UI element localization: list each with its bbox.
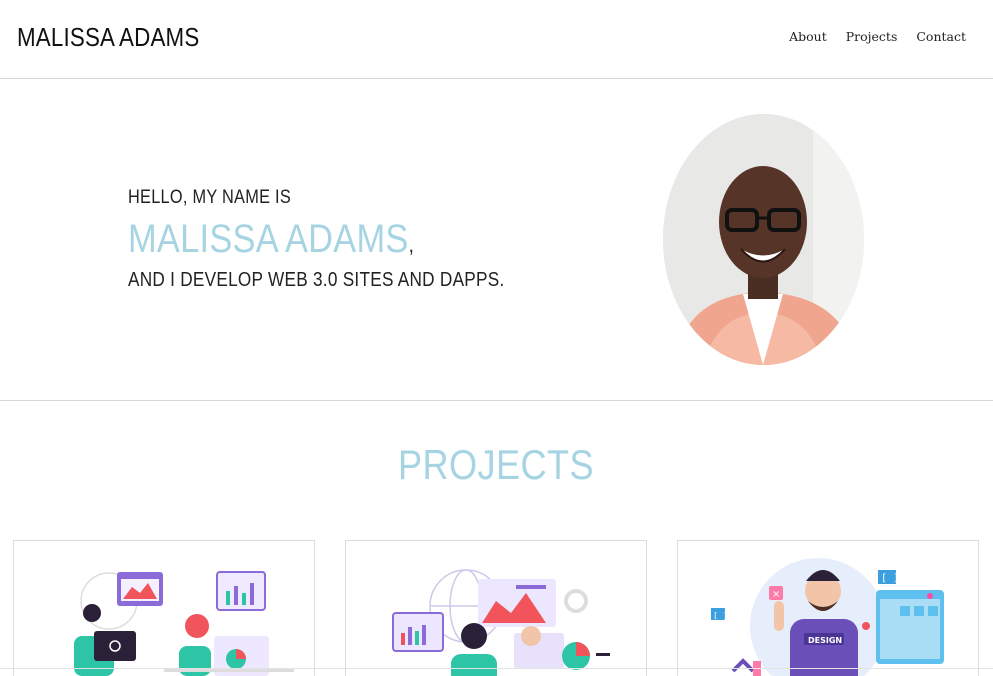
projects-title-text: PROJECTS (398, 441, 595, 488)
main-nav: About Projects Contact (789, 29, 966, 44)
svg-text:×: × (772, 589, 780, 600)
hero-comma: , (408, 232, 414, 257)
data-dashboard-illustration (392, 569, 610, 676)
svg-text:[ ]: [ ] (713, 611, 727, 620)
designer-illustration: [ ] [ ] DESIGN × (711, 558, 944, 676)
hero-name: MALISSA ADAMS (128, 217, 409, 261)
hero-name-line: MALISSA ADAMS, (128, 217, 414, 262)
project-card-3[interactable]: [ ] [ ] DESIGN × (677, 540, 979, 676)
nav-projects-link[interactable]: Projects (846, 29, 898, 44)
svg-text:[ ]: [ ] (881, 573, 899, 584)
project-card-2[interactable] (345, 540, 647, 676)
hero-section: HELLO, MY NAME IS MALISSA ADAMS, AND I D… (0, 79, 993, 401)
hero-tagline: AND I DEVELOP WEB 3.0 SITES AND DAPPS. (128, 269, 505, 291)
hero-greeting: HELLO, MY NAME IS (128, 187, 291, 208)
projects-heading: PROJECTS (0, 441, 993, 489)
site-logo[interactable]: MALISSA ADAMS (17, 22, 199, 53)
page-divider (0, 668, 993, 669)
nav-contact-link[interactable]: Contact (916, 29, 966, 44)
project-card-1[interactable] (13, 540, 315, 676)
analytics-team-illustration (74, 571, 294, 676)
svg-text:DESIGN: DESIGN (808, 636, 842, 645)
profile-photo (663, 114, 864, 365)
profile-photo-illustration (663, 114, 864, 365)
site-header: MALISSA ADAMS About Projects Contact (0, 0, 993, 79)
nav-about-link[interactable]: About (789, 29, 827, 44)
